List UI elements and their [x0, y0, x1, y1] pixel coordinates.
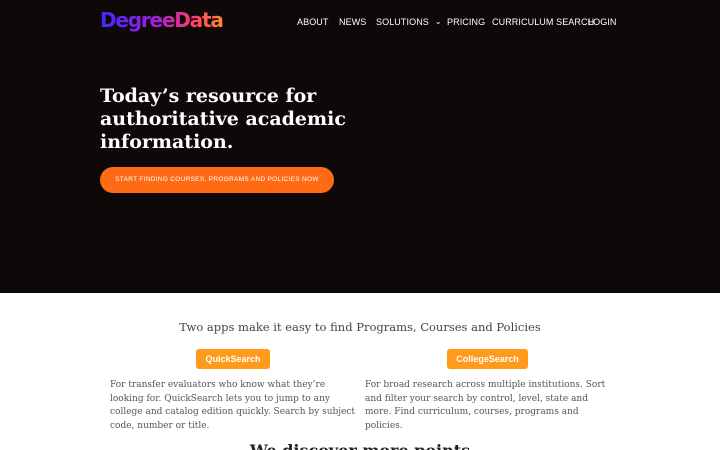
collegesearch-button[interactable]: CollegeSearch	[447, 349, 528, 369]
nav-about[interactable]: ABOUT	[297, 16, 329, 28]
hero-headline-line: Today’s resource for	[100, 85, 317, 107]
hero-headline-line: information.	[100, 131, 234, 153]
quicksearch-description: For transfer evaluators who know what th…	[110, 380, 356, 431]
start-finding-button[interactable]: START FINDING COURSES, PROGRAMS AND POLI…	[100, 167, 334, 193]
chevron-down-icon: ⌄	[434, 17, 442, 26]
nav-solutions[interactable]: SOLUTIONS ⌄	[376, 16, 442, 29]
nav-news[interactable]: NEWS	[339, 16, 366, 28]
nav-login[interactable]: LOGIN	[588, 16, 617, 28]
nav-solutions-label: SOLUTIONS	[376, 17, 429, 27]
quicksearch-button[interactable]: QuickSearch	[196, 349, 270, 369]
nav-pricing[interactable]: PRICING	[447, 16, 485, 28]
section-heading: We discover more points	[0, 441, 720, 450]
nav-curriculum-search[interactable]: CURRICULUM SEARCH	[492, 16, 594, 28]
collegesearch-description: For broad research across multiple insti…	[365, 380, 606, 431]
hero-section: DegreeData ABOUT NEWS SOLUTIONS ⌄ PRICING…	[0, 0, 720, 293]
apps-section-title: Two apps make it easy to find Programs, …	[179, 320, 541, 334]
main-nav: ABOUT NEWS SOLUTIONS ⌄ PRICING CURRICULUM…	[0, 16, 720, 30]
hero-headline-line: authoritative academic	[100, 108, 346, 130]
hero-headline: Today’s resource for authoritative acade…	[100, 85, 420, 154]
